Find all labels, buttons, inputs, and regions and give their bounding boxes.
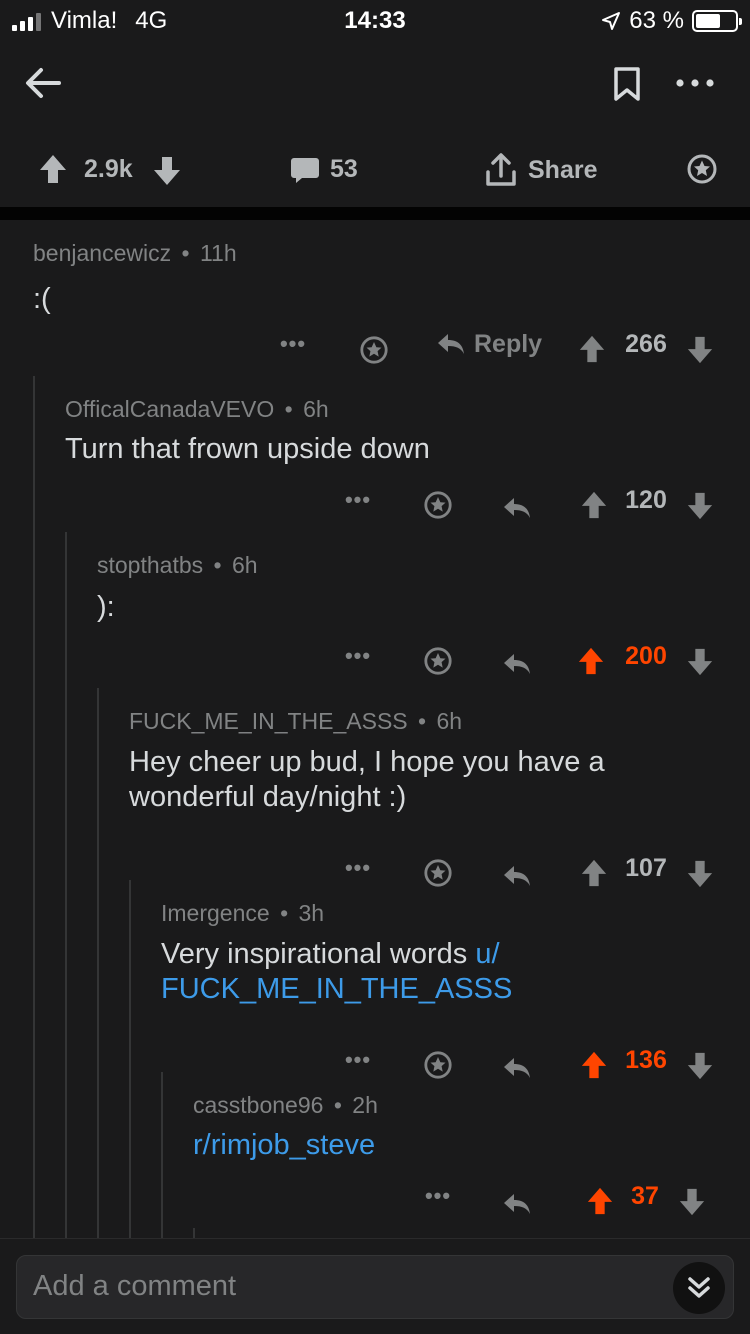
comment-meta: Imergence • 3h xyxy=(161,900,325,926)
back-arrow-icon[interactable] xyxy=(18,58,68,108)
battery-icon xyxy=(692,10,742,32)
downvote-icon[interactable] xyxy=(686,854,714,894)
downvote-icon[interactable] xyxy=(686,486,714,526)
comment-icon[interactable] xyxy=(290,155,320,185)
reply-icon[interactable] xyxy=(502,644,532,684)
post-actions-bar: 2.9k 53 Share xyxy=(0,135,750,205)
downvote-icon[interactable] xyxy=(686,330,714,370)
comment-age: 6h xyxy=(231,552,258,578)
comment-meta: casstbone96 • 2h xyxy=(193,1092,378,1118)
comment-age: 11h xyxy=(199,240,237,266)
upvote-icon[interactable] xyxy=(38,153,68,185)
comment-body: Turn that frown upside down xyxy=(65,433,430,465)
comment-score: 120 xyxy=(625,486,667,514)
status-bar: Vimla! 4G 14:33 63 % xyxy=(0,0,750,40)
comment-score: 136 xyxy=(625,1046,667,1074)
comment-meta: benjancewicz • 11h xyxy=(33,240,237,266)
comment-actions: ••• Reply 266 xyxy=(0,324,750,364)
reply-icon xyxy=(438,334,464,354)
add-comment-placeholder: Add a comment xyxy=(33,1270,237,1302)
downvote-icon[interactable] xyxy=(686,1046,714,1086)
comment-thread: benjancewicz • 11h :( ••• Reply 266 Offi… xyxy=(0,220,750,1238)
comment-actions: ••• 37 xyxy=(0,1176,750,1216)
more-icon[interactable]: ••• xyxy=(423,1176,453,1216)
location-icon xyxy=(602,12,621,30)
thread-line xyxy=(193,1228,195,1238)
comment-meta: OfficalCanadaVEVO • 6h xyxy=(65,396,329,422)
comment-body: ): xyxy=(97,591,115,623)
award-icon[interactable] xyxy=(423,853,453,893)
comment-author[interactable]: casstbone96 xyxy=(193,1092,323,1118)
comment-actions: ••• 107 xyxy=(0,848,750,888)
more-icon[interactable]: ••• xyxy=(343,848,373,888)
collapse-icon xyxy=(688,1277,710,1298)
battery-percent: 63 % xyxy=(629,7,684,34)
comment-author[interactable]: OfficalCanadaVEVO xyxy=(65,396,274,422)
more-icon[interactable]: ••• xyxy=(343,636,373,676)
comment-score: 37 xyxy=(631,1182,659,1210)
comment-count: 53 xyxy=(330,155,358,183)
comment-score: 200 xyxy=(625,642,667,670)
comment-age: 2h xyxy=(352,1092,378,1118)
award-icon[interactable] xyxy=(423,485,453,525)
upvote-icon[interactable] xyxy=(580,853,608,893)
more-icon[interactable]: ••• xyxy=(278,324,308,364)
reply-button[interactable]: Reply xyxy=(436,324,542,364)
comment-author[interactable]: Imergence xyxy=(161,900,270,926)
comment-age: 6h xyxy=(436,708,463,734)
comment-actions: ••• 200 xyxy=(0,636,750,676)
comment-author[interactable]: benjancewicz xyxy=(33,240,171,266)
comment-author[interactable]: stopthatbs xyxy=(97,552,203,578)
award-icon[interactable] xyxy=(423,641,453,681)
bookmark-icon[interactable] xyxy=(604,60,650,108)
add-comment-input[interactable]: Add a comment xyxy=(16,1255,734,1319)
award-icon[interactable] xyxy=(686,153,718,185)
reply-icon[interactable] xyxy=(502,488,532,528)
reply-icon[interactable] xyxy=(502,1184,532,1224)
more-icon[interactable] xyxy=(670,60,720,106)
collapse-thread-button[interactable] xyxy=(673,1262,725,1314)
upvote-icon[interactable] xyxy=(578,329,606,369)
reply-label: Reply xyxy=(474,329,543,358)
downvote-icon[interactable] xyxy=(686,642,714,682)
comment-score: 107 xyxy=(625,854,667,882)
downvote-icon[interactable] xyxy=(678,1182,706,1222)
award-icon[interactable] xyxy=(423,1045,453,1085)
comment-composer-bar: Add a comment xyxy=(0,1238,750,1334)
more-icon[interactable]: ••• xyxy=(343,480,373,520)
upvote-icon[interactable] xyxy=(577,641,605,681)
share-icon xyxy=(486,153,516,186)
more-icon[interactable]: ••• xyxy=(343,1040,373,1080)
comment-meta: stopthatbs • 6h xyxy=(97,552,258,578)
comment-score: 266 xyxy=(625,330,667,358)
comment-body: Very inspirational words u/ FUCK_ME_IN_T… xyxy=(161,938,513,1005)
comment-actions: ••• 120 xyxy=(0,480,750,520)
upvote-icon[interactable] xyxy=(586,1181,614,1221)
comment-age: 6h xyxy=(303,396,329,422)
upvote-icon[interactable] xyxy=(580,485,608,525)
subreddit-link[interactable]: r/rimjob_steve xyxy=(193,1129,375,1161)
share-button[interactable]: Share xyxy=(484,145,597,195)
comment-age: 3h xyxy=(298,900,325,926)
reply-icon[interactable] xyxy=(502,856,532,896)
comment-actions: ••• 136 xyxy=(0,1040,750,1080)
section-divider xyxy=(0,207,750,220)
comment-author[interactable]: FUCK_ME_IN_THE_ASSS xyxy=(129,708,408,734)
award-icon[interactable] xyxy=(359,330,389,370)
top-nav xyxy=(0,50,750,120)
comment-body: r/rimjob_steve xyxy=(193,1128,693,1163)
downvote-icon[interactable] xyxy=(152,155,182,187)
comment-meta: FUCK_ME_IN_THE_ASSS • 6h xyxy=(129,708,463,734)
comment-body: Hey cheer up bud, I hope you have a wond… xyxy=(129,746,605,813)
post-score: 2.9k xyxy=(84,155,133,183)
comment-body: :( xyxy=(33,283,51,315)
reply-icon[interactable] xyxy=(502,1048,532,1088)
share-label: Share xyxy=(528,155,598,184)
upvote-icon[interactable] xyxy=(580,1045,608,1085)
thread-line xyxy=(97,688,99,1238)
